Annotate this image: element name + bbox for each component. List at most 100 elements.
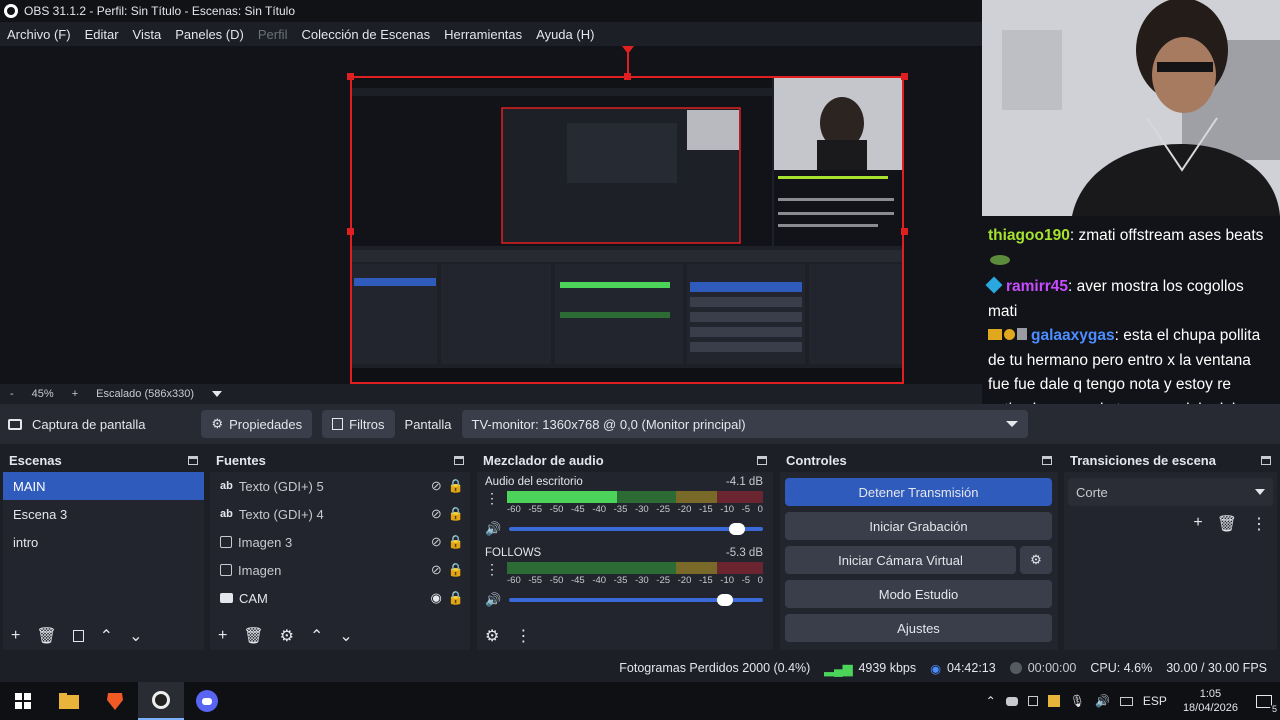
- scale-dropdown-icon[interactable]: [211, 391, 222, 397]
- menu-tools[interactable]: Herramientas: [444, 27, 522, 42]
- resize-handle[interactable]: [901, 228, 908, 235]
- tray-app-icon[interactable]: [1027, 696, 1038, 706]
- undock-icon[interactable]: [188, 455, 198, 465]
- source-item[interactable]: ab Texto (GDI+) 5 ⊘ 🔒: [210, 472, 470, 500]
- visibility-off-icon[interactable]: ⊘: [431, 534, 442, 550]
- source-item[interactable]: Imagen ⊘ 🔒: [210, 556, 470, 584]
- notification-icon[interactable]: 5: [1256, 694, 1279, 714]
- menu-help[interactable]: Ayuda (H): [536, 27, 594, 42]
- discord-icon[interactable]: [184, 682, 230, 720]
- chat-message: thiagoo190: zmati offstream ases beats: [988, 224, 1274, 249]
- menu-edit[interactable]: Editar: [85, 27, 119, 42]
- chat-overlay: thiagoo190: zmati offstream ases beats r…: [982, 216, 1280, 442]
- more-icon[interactable]: ⋮: [1251, 514, 1267, 534]
- scene-item[interactable]: MAIN: [3, 472, 204, 500]
- visibility-on-icon[interactable]: ◉: [430, 590, 441, 606]
- visibility-off-icon[interactable]: ⊘: [431, 506, 442, 522]
- zoom-in-button[interactable]: +: [72, 388, 78, 400]
- source-item[interactable]: ab Texto (GDI+) 4 ⊘ 🔒: [210, 500, 470, 528]
- add-icon[interactable]: +: [11, 627, 20, 645]
- add-icon[interactable]: +: [218, 627, 227, 645]
- filter-icon[interactable]: [72, 630, 84, 642]
- add-icon[interactable]: +: [1193, 514, 1202, 534]
- display-select[interactable]: TV-monitor: 1360x768 @ 0,0 (Monitor prin…: [461, 410, 1028, 438]
- lock-icon[interactable]: 🔒: [448, 506, 464, 522]
- undock-icon[interactable]: [1042, 455, 1052, 465]
- resize-handle[interactable]: [347, 73, 354, 80]
- zoom-out-button[interactable]: -: [10, 388, 14, 400]
- menu-scene-collection[interactable]: Colección de Escenas: [301, 27, 430, 42]
- trash-icon[interactable]: 🗑: [36, 626, 56, 646]
- meter-tick-label: 0: [757, 575, 763, 586]
- filters-button[interactable]: Filtros: [322, 410, 395, 438]
- screen-capture-preview[interactable]: [350, 76, 904, 384]
- start-recording-button[interactable]: Iniciar Grabación: [785, 512, 1052, 540]
- gear-icon[interactable]: ⚙: [280, 626, 294, 646]
- clock[interactable]: 1:05 18/04/2026: [1183, 687, 1238, 715]
- speaker-icon[interactable]: 🔊: [485, 521, 501, 537]
- trash-icon[interactable]: 🗑: [243, 626, 263, 646]
- start-virtual-camera-button[interactable]: Iniciar Cámara Virtual: [785, 546, 1016, 574]
- studio-mode-button[interactable]: Modo Estudio: [785, 580, 1052, 608]
- meter-tick-label: -20: [677, 504, 692, 515]
- lock-icon[interactable]: 🔒: [448, 590, 464, 606]
- menu-docks[interactable]: Paneles (D): [175, 27, 244, 42]
- resize-handle[interactable]: [624, 73, 631, 80]
- move-up-icon[interactable]: ⌃: [310, 626, 323, 646]
- menu-profile[interactable]: Perfil: [258, 27, 288, 42]
- stream-icon: ◉: [930, 661, 942, 676]
- trash-icon[interactable]: 🗑: [1217, 514, 1237, 534]
- resize-handle[interactable]: [347, 228, 354, 235]
- lock-icon[interactable]: 🔒: [448, 478, 464, 494]
- record-time: 00:00:00: [1027, 661, 1077, 675]
- gear-icon[interactable]: ⚙: [485, 626, 499, 646]
- more-icon[interactable]: ⋮: [485, 562, 499, 576]
- move-down-icon[interactable]: ⌄: [339, 626, 352, 646]
- scene-item[interactable]: intro: [3, 528, 204, 556]
- visibility-off-icon[interactable]: ⊘: [431, 478, 442, 494]
- volume-slider[interactable]: [509, 594, 763, 606]
- file-explorer-icon[interactable]: [46, 682, 92, 720]
- settings-button[interactable]: Ajustes: [785, 614, 1052, 642]
- source-item[interactable]: CAM ◉ 🔒: [210, 584, 470, 612]
- virtual-camera-settings-icon[interactable]: ⚙: [1020, 546, 1052, 574]
- microphone-icon[interactable]: 🎙: [1070, 694, 1085, 708]
- scene-item[interactable]: Escena 3: [3, 500, 204, 528]
- discord-tray-icon[interactable]: [1005, 696, 1018, 706]
- lock-icon[interactable]: 🔒: [448, 562, 464, 578]
- chat-message: ramirr45: aver mostra los cogollos mati: [985, 275, 1274, 324]
- audio-mixer-dock: Mezclador de audio Audio del escritorio …: [477, 448, 773, 650]
- windows-start-icon[interactable]: [0, 682, 46, 720]
- transition-select[interactable]: Corte: [1068, 478, 1273, 506]
- undock-icon[interactable]: [757, 455, 767, 465]
- language-indicator[interactable]: ESP: [1143, 694, 1167, 708]
- tray-app-icon[interactable]: [1047, 695, 1060, 707]
- more-icon[interactable]: ⋮: [515, 626, 531, 646]
- undock-icon[interactable]: [454, 455, 464, 465]
- sources-title: Fuentes: [216, 452, 266, 468]
- network-icon[interactable]: [1119, 696, 1133, 706]
- source-item[interactable]: Imagen 3 ⊘ 🔒: [210, 528, 470, 556]
- lock-icon[interactable]: 🔒: [448, 534, 464, 550]
- stop-stream-button[interactable]: Detener Transmisión: [785, 478, 1052, 506]
- meter-tick-label: -60: [507, 504, 521, 515]
- properties-button[interactable]: ⚙ Propiedades: [201, 410, 313, 438]
- source-label: Imagen: [238, 562, 282, 578]
- rotation-handle[interactable]: [622, 46, 634, 54]
- tray-chevron-up-icon[interactable]: ⌃: [986, 694, 996, 708]
- resize-handle[interactable]: [901, 73, 908, 80]
- menu-file[interactable]: Archivo (F): [7, 27, 71, 42]
- brave-browser-icon[interactable]: [92, 682, 138, 720]
- menu-view[interactable]: Vista: [133, 27, 162, 42]
- volume-icon[interactable]: 🔊: [1095, 694, 1110, 708]
- move-down-icon[interactable]: ⌄: [129, 626, 142, 646]
- undock-icon[interactable]: [1261, 455, 1271, 465]
- obs-taskbar-icon[interactable]: [138, 682, 184, 720]
- meter-tick-label: -5: [741, 504, 751, 515]
- speaker-icon[interactable]: 🔊: [485, 592, 501, 608]
- monitor-icon: [8, 418, 22, 430]
- visibility-off-icon[interactable]: ⊘: [431, 562, 442, 578]
- more-icon[interactable]: ⋮: [485, 491, 499, 505]
- move-up-icon[interactable]: ⌃: [100, 626, 113, 646]
- volume-slider[interactable]: [509, 523, 763, 535]
